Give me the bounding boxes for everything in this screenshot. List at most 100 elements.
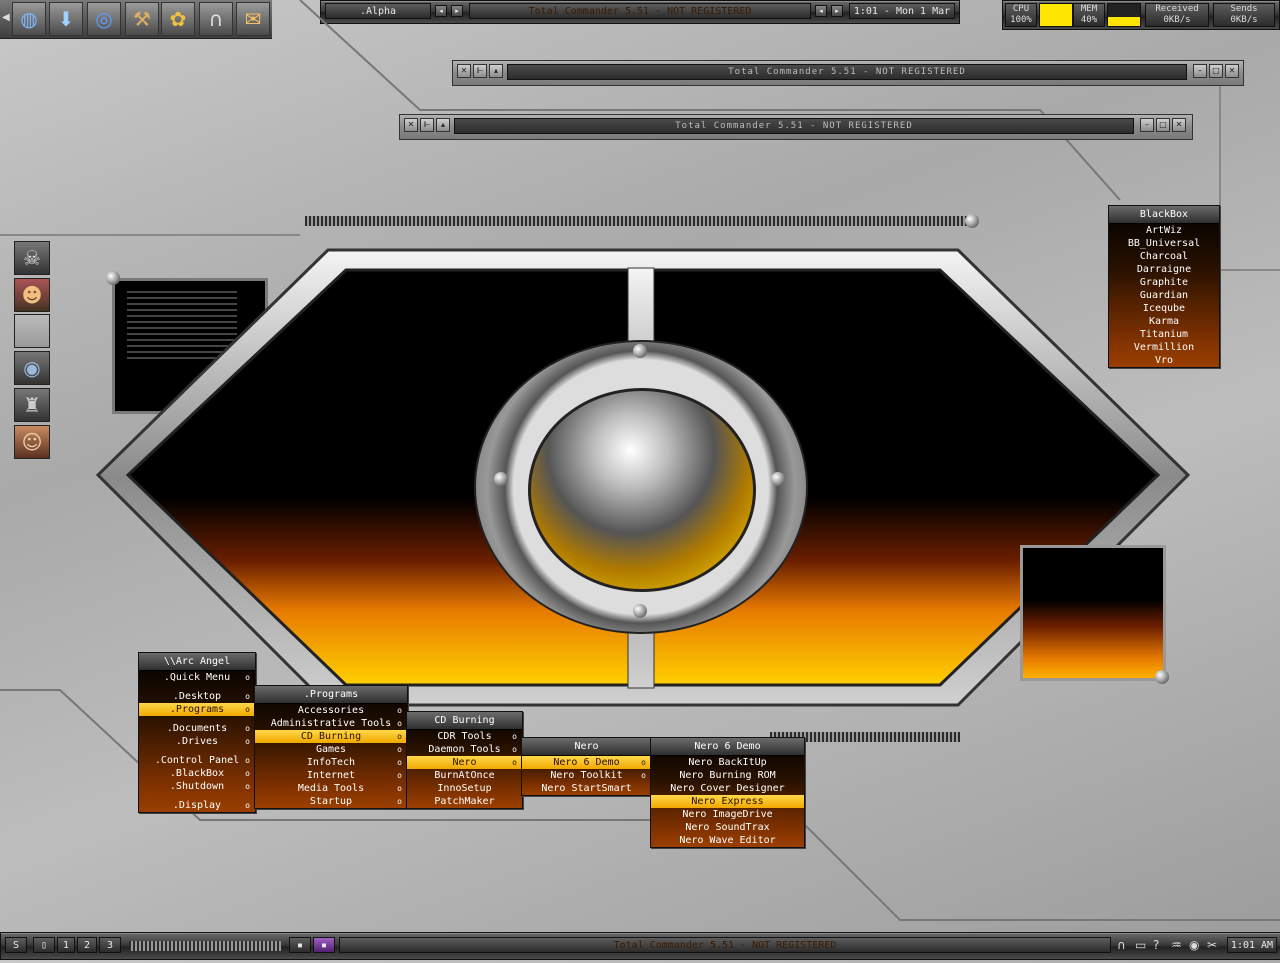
window-maximize-button[interactable]: □ xyxy=(1209,64,1223,78)
headphones-icon[interactable]: ∩ xyxy=(1117,938,1126,952)
menu-item-darraigne[interactable]: Darraigne xyxy=(1109,263,1219,276)
submenu-indicator-icon: o xyxy=(245,692,250,701)
menu-item-nero-express[interactable]: Nero Express xyxy=(651,795,804,808)
menu-item-nero-toolkit[interactable]: Nero Toolkit o xyxy=(522,769,651,782)
grille-bolt xyxy=(965,214,979,228)
eye-icon[interactable]: ◉ xyxy=(1189,938,1199,952)
menu-item-programs[interactable]: .Programs o xyxy=(139,703,255,716)
workspace-2-button[interactable]: 2 xyxy=(77,937,97,953)
menu-item-guardian[interactable]: Guardian xyxy=(1109,289,1219,302)
menu-item-titanium[interactable]: Titanium xyxy=(1109,328,1219,341)
menu-title: Nero 6 Demo xyxy=(651,738,804,756)
menu-item-label: Graphite xyxy=(1139,277,1189,288)
menu-item-nero-cover-designer[interactable]: Nero Cover Designer xyxy=(651,782,804,795)
menu-item-drives[interactable]: .Drives o xyxy=(139,735,255,748)
window-minimize-button[interactable]: – xyxy=(1193,64,1207,78)
menu-item-karma[interactable]: Karma xyxy=(1109,315,1219,328)
side-fire-panel xyxy=(1020,545,1166,681)
menu-item-desktop[interactable]: .Desktop o xyxy=(139,690,255,703)
window-close-button[interactable]: ✕ xyxy=(1225,64,1239,78)
window-title[interactable]: Total Commander 5.51 - NOT REGISTERED xyxy=(507,64,1187,80)
window-shade-button[interactable]: ✕ xyxy=(457,64,471,78)
save-icon[interactable]: ▪ xyxy=(289,937,311,953)
submenu-indicator-icon: o xyxy=(397,745,402,754)
menu-item-nero[interactable]: Nero o xyxy=(407,756,522,769)
window-shade-button[interactable]: ✕ xyxy=(404,118,418,132)
menu-item-charcoal[interactable]: Charcoal xyxy=(1109,250,1219,263)
disk-icon[interactable]: ▪ xyxy=(313,937,335,953)
menu-item-label: BB_Universal xyxy=(1127,238,1201,249)
window-sticky-button[interactable]: ⊩ xyxy=(473,64,487,78)
tools-icon[interactable]: ✂ xyxy=(1207,938,1217,952)
menu-item-vermillion[interactable]: Vermillion xyxy=(1109,341,1219,354)
submenu-indicator-icon: o xyxy=(512,732,517,741)
arc-angel-menu: \\Arc Angel .Quick Menu o .Desktop o .Progra… xyxy=(138,652,256,813)
menu-item-nero-6-demo[interactable]: Nero 6 Demo o xyxy=(522,756,651,769)
help-icon[interactable]: ? xyxy=(1153,938,1159,952)
menu-item-label: .Shutdown xyxy=(169,781,225,792)
window-maximize-button[interactable]: □ xyxy=(1156,118,1170,132)
window-sticky-button[interactable]: ⊩ xyxy=(420,118,434,132)
menu-item-control-panel[interactable]: .Control Panel o xyxy=(139,754,255,767)
menu-item-patchmaker[interactable]: PatchMaker xyxy=(407,795,522,808)
menu-item-internet[interactable]: Internet o xyxy=(255,769,407,782)
menu-item-iceqube[interactable]: Iceqube xyxy=(1109,302,1219,315)
menu-item-shutdown[interactable]: .Shutdown o xyxy=(139,780,255,793)
menu-item-display[interactable]: .Display o xyxy=(139,799,255,812)
total-commander-window-1[interactable]: ✕ ⊩ ▴ Total Commander 5.51 - NOT REGISTE… xyxy=(452,60,1244,86)
menu-item-daemon-tools[interactable]: Daemon Tools o xyxy=(407,743,522,756)
porthole-bolt-right xyxy=(771,472,785,486)
h2o-icon[interactable]: ♒ xyxy=(1171,938,1182,952)
submenu-indicator-icon: o xyxy=(245,724,250,733)
menu-item-burnatonce[interactable]: BurnAtOnce xyxy=(407,769,522,782)
window-title[interactable]: Total Commander 5.51 - NOT REGISTERED xyxy=(454,118,1134,134)
menu-item-nero-wave-editor[interactable]: Nero Wave Editor xyxy=(651,834,804,847)
window-close-button[interactable]: ✕ xyxy=(1172,118,1186,132)
blank-tile-icon[interactable] xyxy=(14,314,50,348)
menu-item-vro[interactable]: Vro xyxy=(1109,354,1219,367)
menu-item-label: .Desktop xyxy=(172,691,222,702)
window-rollup-button[interactable]: ▴ xyxy=(436,118,450,132)
menu-item-bb-universal[interactable]: BB_Universal xyxy=(1109,237,1219,250)
folder-icon[interactable]: ▯ xyxy=(33,937,55,953)
workspace-1-button[interactable]: 1 xyxy=(57,937,75,953)
menu-item-nero-backitup[interactable]: Nero BackItUp xyxy=(651,756,804,769)
menu-item-label: Titanium xyxy=(1139,329,1189,340)
menu-item-administrative-tools[interactable]: Administrative Tools o xyxy=(255,717,407,730)
portrait-icon[interactable]: ☺ xyxy=(14,425,50,459)
menu-item-label: Administrative Tools xyxy=(270,718,392,729)
menu-item-label: Karma xyxy=(1148,316,1180,327)
menu-item-startup[interactable]: Startup o xyxy=(255,795,407,808)
menu-item-documents[interactable]: .Documents o xyxy=(139,722,255,735)
menu-item-artwiz[interactable]: ArtWiz xyxy=(1109,224,1219,237)
window-rollup-button[interactable]: ▴ xyxy=(489,64,503,78)
menu-item-label: Nero BackItUp xyxy=(688,757,767,768)
menu-item-label: Nero Express xyxy=(691,796,764,807)
menu-item-label: Vermillion xyxy=(1133,342,1195,353)
demon-face-icon[interactable]: ☻ xyxy=(14,278,50,312)
active-task-title[interactable]: Total Commander 5.51 - NOT REGISTERED xyxy=(339,937,1111,953)
eye-emblem-icon[interactable]: ◉ xyxy=(14,351,50,385)
menu-item-nero-burning-rom[interactable]: Nero Burning ROM xyxy=(651,769,804,782)
menu-item-nero-imagedrive[interactable]: Nero ImageDrive xyxy=(651,808,804,821)
menu-item-infotech[interactable]: InfoTech o xyxy=(255,756,407,769)
menu-item-cdr-tools[interactable]: CDR Tools o xyxy=(407,730,522,743)
robot-head-icon[interactable]: ♜ xyxy=(14,388,50,422)
menu-item-nero-soundtrax[interactable]: Nero SoundTrax xyxy=(651,821,804,834)
window-minimize-button[interactable]: – xyxy=(1140,118,1154,132)
workspace-3-button[interactable]: 3 xyxy=(99,937,121,953)
menu-item-nero-startsmart[interactable]: Nero StartSmart xyxy=(522,782,651,795)
menu-item-accessories[interactable]: Accessories o xyxy=(255,704,407,717)
menu-item-graphite[interactable]: Graphite xyxy=(1109,276,1219,289)
menu-item-cd-burning[interactable]: CD Burning o xyxy=(255,730,407,743)
menu-item-innosetup[interactable]: InnoSetup xyxy=(407,782,522,795)
menu-item-blackbox[interactable]: .BlackBox o xyxy=(139,767,255,780)
skull-icon[interactable]: ☠ xyxy=(14,241,50,275)
monitor-icon[interactable]: ▭ xyxy=(1135,938,1146,952)
start-button[interactable]: S xyxy=(5,937,27,953)
menu-item-games[interactable]: Games o xyxy=(255,743,407,756)
total-commander-window-2[interactable]: ✕ ⊩ ▴ Total Commander 5.51 - NOT REGISTE… xyxy=(399,114,1193,140)
menu-item-quick-menu[interactable]: .Quick Menu o xyxy=(139,671,255,684)
menu-item-label: CDR Tools xyxy=(437,731,492,742)
menu-item-media-tools[interactable]: Media Tools o xyxy=(255,782,407,795)
